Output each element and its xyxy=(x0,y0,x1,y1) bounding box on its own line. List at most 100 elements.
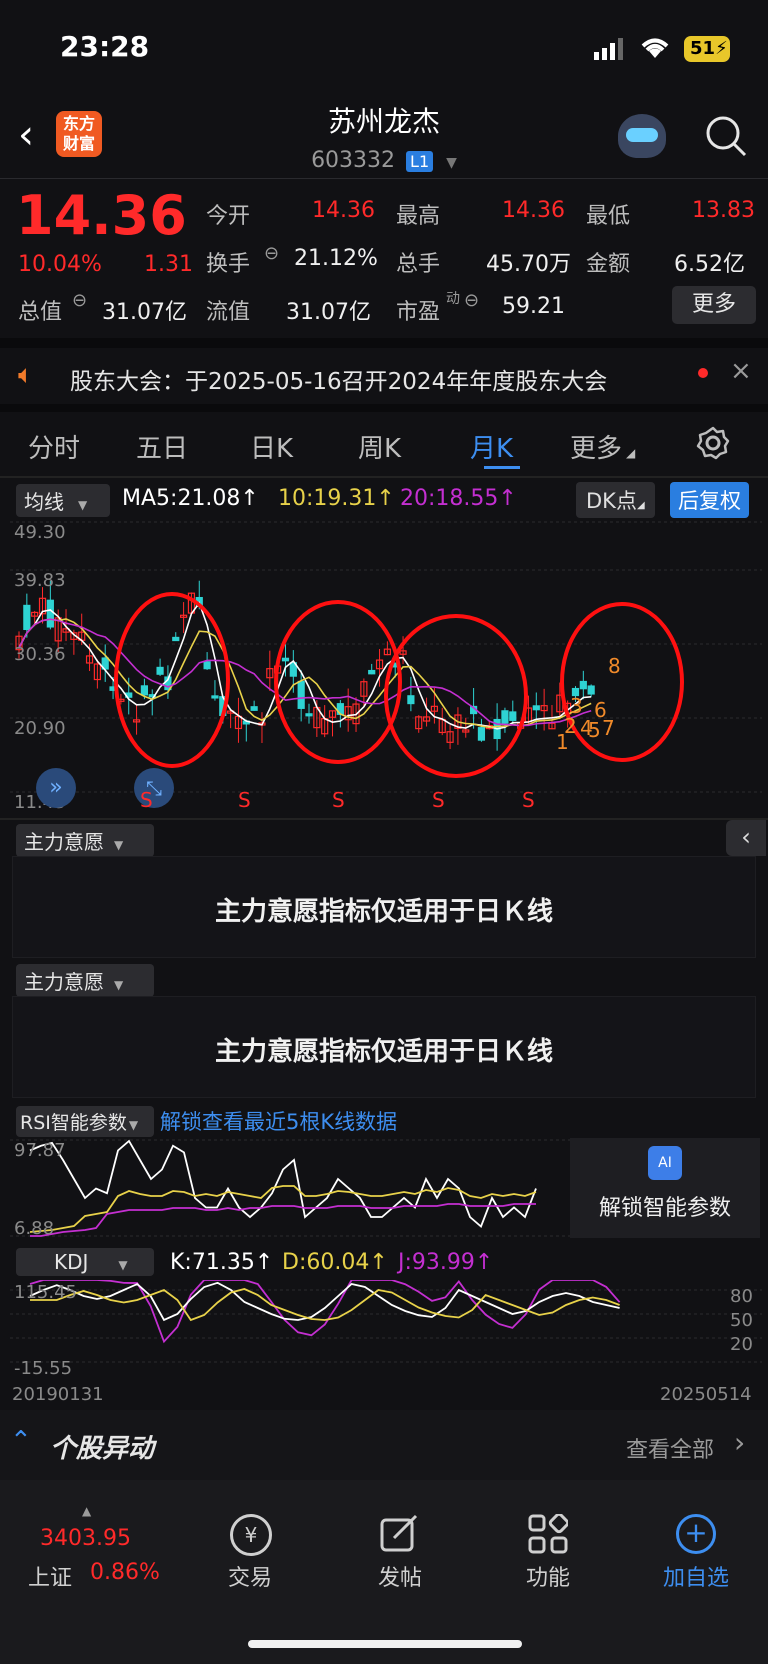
change-amt: 1.31 xyxy=(144,252,193,277)
nav-add-watch[interactable]: 加自选 xyxy=(636,1560,756,1592)
kdj-selector[interactable]: KDJ ▼ xyxy=(16,1248,154,1276)
index-change[interactable]: 0.86% xyxy=(90,1560,160,1585)
level-badge: L1 xyxy=(406,151,434,172)
candle-body xyxy=(281,657,290,662)
pe-value: 59.21 xyxy=(502,294,565,319)
high-label: 最高 xyxy=(396,204,441,229)
rsi-unlock-link[interactable]: 解锁查看最近5根K线数据 xyxy=(160,1106,397,1136)
candle-body xyxy=(23,604,31,631)
nav-post[interactable]: 发帖 xyxy=(340,1560,460,1592)
candle-body xyxy=(156,666,164,675)
post-edit-icon[interactable] xyxy=(380,1514,420,1554)
collapse-arrow-icon[interactable]: ‹ xyxy=(726,820,766,856)
indicator-selector-1[interactable]: 主力意愿 ▼ xyxy=(16,824,154,857)
battery-icon: 51⚡ xyxy=(684,36,730,62)
unread-dot xyxy=(698,368,708,378)
dk-point-button[interactable]: DK点◢ xyxy=(576,482,655,518)
tab-daily[interactable]: 日K xyxy=(250,428,293,465)
volume-label: 总手 xyxy=(396,252,441,277)
pe-label: 市盈 xyxy=(396,300,441,325)
sell-mark: S xyxy=(238,788,251,812)
open-label: 今开 xyxy=(206,204,251,229)
rsi-selector[interactable]: RSI智能参数 ▼ xyxy=(16,1106,154,1137)
kdj-d-value: D:60.04↑ xyxy=(282,1250,388,1275)
home-indicator xyxy=(248,1640,522,1648)
low-label: 最低 xyxy=(586,204,631,229)
more-arrow-icon: ◢ xyxy=(626,446,636,460)
candle-body xyxy=(211,695,219,699)
dropdown-arrow-icon[interactable]: ▼ xyxy=(446,155,457,171)
info-icon[interactable]: ⊖ xyxy=(464,290,479,311)
tab-5day[interactable]: 五日 xyxy=(136,428,188,465)
ma20-value: 20:18.55↑ xyxy=(400,486,517,511)
kline-chart[interactable] xyxy=(10,518,762,818)
tab-weekly[interactable]: 周K xyxy=(358,428,401,465)
movers-header[interactable]: ⌃ 个股异动 查看全部 › xyxy=(0,1410,768,1480)
rsi-chart xyxy=(10,1139,570,1237)
view-all-link[interactable]: 查看全部 xyxy=(626,1432,714,1464)
candle-body xyxy=(172,636,180,642)
kdj-j-value: J:93.99↑ xyxy=(398,1250,494,1275)
amount-value: 6.52亿 xyxy=(674,252,745,277)
index-value[interactable]: 3403.95 xyxy=(40,1526,131,1551)
date-start: 20190131 xyxy=(12,1384,104,1405)
movers-title: 个股异动 xyxy=(50,1434,155,1464)
indicator-selector-label: 主力意愿 xyxy=(24,830,104,854)
price-tick-2: 39.83 xyxy=(14,570,66,591)
info-icon[interactable]: ⊖ xyxy=(72,290,87,311)
candle-body xyxy=(477,727,486,741)
candle-body xyxy=(250,706,258,711)
function-grid-icon[interactable] xyxy=(528,1514,568,1554)
index-name[interactable]: 上证 xyxy=(28,1560,72,1592)
status-bar: 23:28 51⚡ xyxy=(0,0,768,96)
sell-mark: S xyxy=(432,788,445,812)
nav-function[interactable]: 功能 xyxy=(488,1560,608,1592)
add-watch-icon[interactable]: + xyxy=(676,1514,716,1554)
ai-robot-icon[interactable] xyxy=(618,114,666,158)
indicator-selector-2[interactable]: 主力意愿 ▼ xyxy=(16,964,154,997)
close-icon[interactable]: × xyxy=(730,356,752,386)
kdj-j-line xyxy=(29,1280,621,1344)
rsi-line-3 xyxy=(30,1203,536,1237)
ma-selector[interactable]: 均线 ▼ xyxy=(16,484,110,517)
kdj-k-value: K:71.35↑ xyxy=(170,1250,274,1275)
dk-number: 3 xyxy=(570,694,583,718)
speaker-icon: 🔈︎ xyxy=(18,360,34,390)
divider xyxy=(0,476,768,478)
collapse-up-icon[interactable]: ⌃ xyxy=(10,1426,32,1456)
rsi-tick-low: 6.88 xyxy=(14,1218,55,1239)
tab-monthly[interactable]: 月K xyxy=(470,428,513,465)
trade-yen-icon[interactable]: ¥ xyxy=(230,1514,272,1556)
tab-intraday[interactable]: 分时 xyxy=(28,428,80,465)
indicator-message-2: 主力意愿指标仅适用于日Ｋ线 xyxy=(214,1037,553,1067)
kdj-chart xyxy=(10,1280,762,1363)
tab-more[interactable]: 更多 xyxy=(570,428,622,465)
nav-trade[interactable]: 交易 xyxy=(190,1560,310,1592)
signal-icon xyxy=(594,38,623,60)
open-value: 14.36 xyxy=(312,198,375,223)
stock-code: 603332 xyxy=(311,148,396,173)
price-tick-1: 49.30 xyxy=(14,522,66,543)
info-icon[interactable]: ⊖ xyxy=(264,243,279,264)
volume-value: 45.70万 xyxy=(486,252,571,277)
settings-gear-icon[interactable] xyxy=(696,426,730,460)
kdj-tick-high: 115.45 xyxy=(14,1282,77,1303)
rsi-unlock-panel[interactable]: AI 解锁智能参数 xyxy=(570,1138,760,1238)
search-icon[interactable] xyxy=(704,114,748,158)
price-tick-3: 30.36 xyxy=(14,644,66,665)
candle-body xyxy=(305,713,313,717)
chevron-right-icon[interactable]: › xyxy=(734,1426,745,1459)
notice-text[interactable]: 股东大会：于2025-05-16召开2024年年度股东大会 xyxy=(70,362,607,396)
indicator-selector-label: 主力意愿 xyxy=(24,970,104,994)
mcap-label: 总值 xyxy=(18,300,63,325)
rsi-selector-label: RSI智能参数 xyxy=(20,1112,127,1134)
candle-body xyxy=(509,711,517,721)
more-button[interactable]: 更多 xyxy=(672,286,756,324)
divider xyxy=(0,404,768,412)
kdj-selector-label: KDJ xyxy=(54,1250,89,1274)
expand-icon[interactable]: » xyxy=(36,768,76,808)
rsi-unlock-button[interactable]: 解锁智能参数 xyxy=(570,1190,760,1222)
adjust-button[interactable]: 后复权 xyxy=(670,482,749,518)
turnover-value: 21.12% xyxy=(294,246,378,271)
float-value: 31.07亿 xyxy=(286,300,371,325)
